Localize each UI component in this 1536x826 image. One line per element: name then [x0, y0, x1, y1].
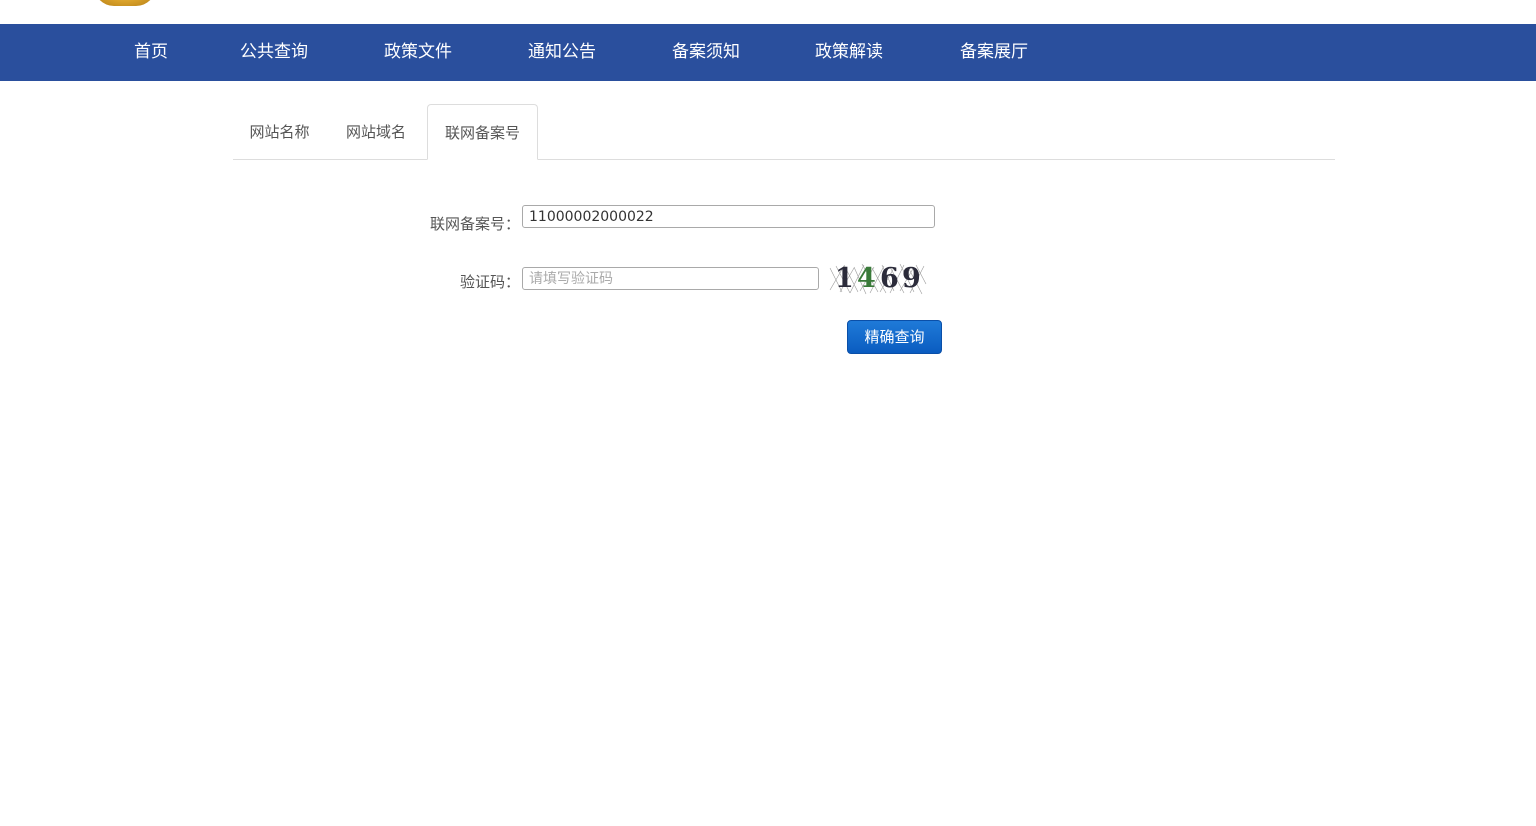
nav-item-filing-guide[interactable]: 备案须知	[672, 24, 740, 81]
nav-item-notices[interactable]: 通知公告	[528, 24, 596, 81]
nav-item-filing-gallery[interactable]: 备案展厅	[960, 24, 1028, 81]
captcha-char-2: 4	[857, 263, 876, 294]
main-navbar: 首页 公共查询 政策文件 通知公告 备案须知 政策解读 备案展厅	[0, 24, 1536, 81]
nav-item-policy-interpretation[interactable]: 政策解读	[815, 24, 883, 81]
record-number-input[interactable]	[522, 205, 935, 228]
captcha-char-3: 6	[880, 263, 899, 294]
captcha-label: 验证码：	[459, 273, 520, 291]
site-header	[0, 0, 1536, 24]
tab-record-number[interactable]: 联网备案号	[427, 104, 538, 160]
tab-website-name[interactable]: 网站名称	[233, 104, 326, 158]
exact-query-button[interactable]: 精确查询	[847, 320, 942, 354]
query-type-tabs: 网站名称 网站域名 联网备案号	[233, 104, 1335, 160]
captcha-image[interactable]: 1 4 6 9	[828, 262, 927, 295]
nav-item-policy-documents[interactable]: 政策文件	[384, 24, 452, 81]
header-subtitle-fragment	[200, 0, 560, 4]
record-number-label: 联网备案号：	[429, 215, 520, 233]
nav-item-home[interactable]: 首页	[134, 24, 168, 81]
captcha-char-1: 1	[835, 263, 854, 294]
police-emblem-logo	[94, 0, 156, 6]
captcha-char-4: 9	[902, 263, 921, 294]
captcha-input[interactable]	[522, 267, 819, 290]
nav-item-public-query[interactable]: 公共查询	[240, 24, 308, 81]
tab-website-domain[interactable]: 网站域名	[330, 104, 422, 158]
